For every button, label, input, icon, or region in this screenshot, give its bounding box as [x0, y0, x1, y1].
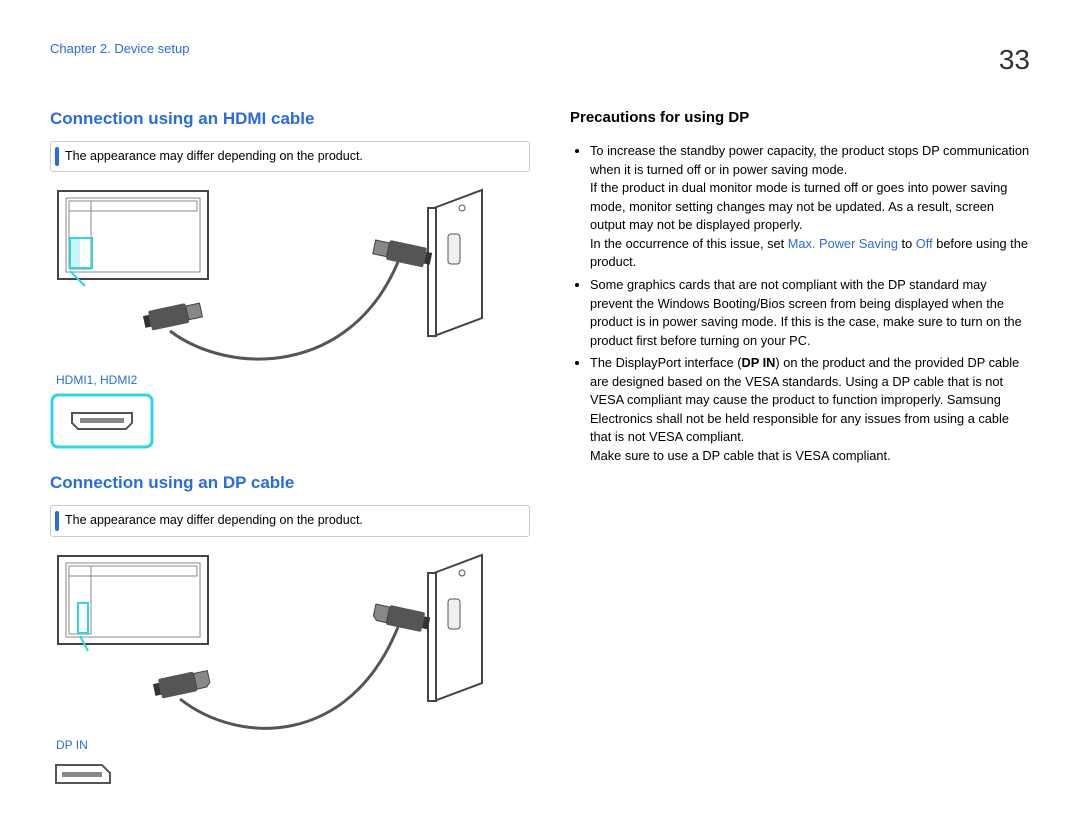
port-label-hdmi: HDMI1, HDMI2 [56, 372, 510, 389]
chapter-label: Chapter 2. Device setup [50, 40, 189, 58]
section-title-hdmi: Connection using an HDMI cable [50, 107, 530, 131]
text: Some graphics cards that are not complia… [590, 277, 1022, 348]
figure-hdmi: HDMI1, HDMI2 [50, 186, 510, 449]
text: Make sure to use a DP cable that is VESA… [590, 448, 891, 463]
figure-dp: DP IN [50, 551, 510, 794]
text: To increase the standby power capacity, … [590, 143, 1029, 177]
list-item: Some graphics cards that are not complia… [590, 276, 1030, 350]
accent-text: Off [916, 236, 933, 251]
section-title-dp: Connection using an DP cable [50, 471, 530, 495]
note-dp: The appearance may differ depending on t… [50, 505, 530, 537]
note-hdmi: The appearance may differ depending on t… [50, 141, 530, 173]
text: In the occurrence of this issue, set [590, 236, 788, 251]
precautions-title: Precautions for using DP [570, 107, 1030, 128]
list-item: To increase the standby power capacity, … [590, 142, 1030, 272]
precautions-list: To increase the standby power capacity, … [570, 142, 1030, 465]
bold-text: DP IN [742, 355, 776, 370]
text: The DisplayPort interface ( [590, 355, 742, 370]
text: If the product in dual monitor mode is t… [590, 180, 1007, 232]
port-label-dp: DP IN [56, 737, 510, 754]
page-number: 33 [999, 40, 1030, 79]
list-item: The DisplayPort interface (DP IN) on the… [590, 354, 1030, 465]
accent-text: Max. Power Saving [788, 236, 898, 251]
text: to [898, 236, 916, 251]
